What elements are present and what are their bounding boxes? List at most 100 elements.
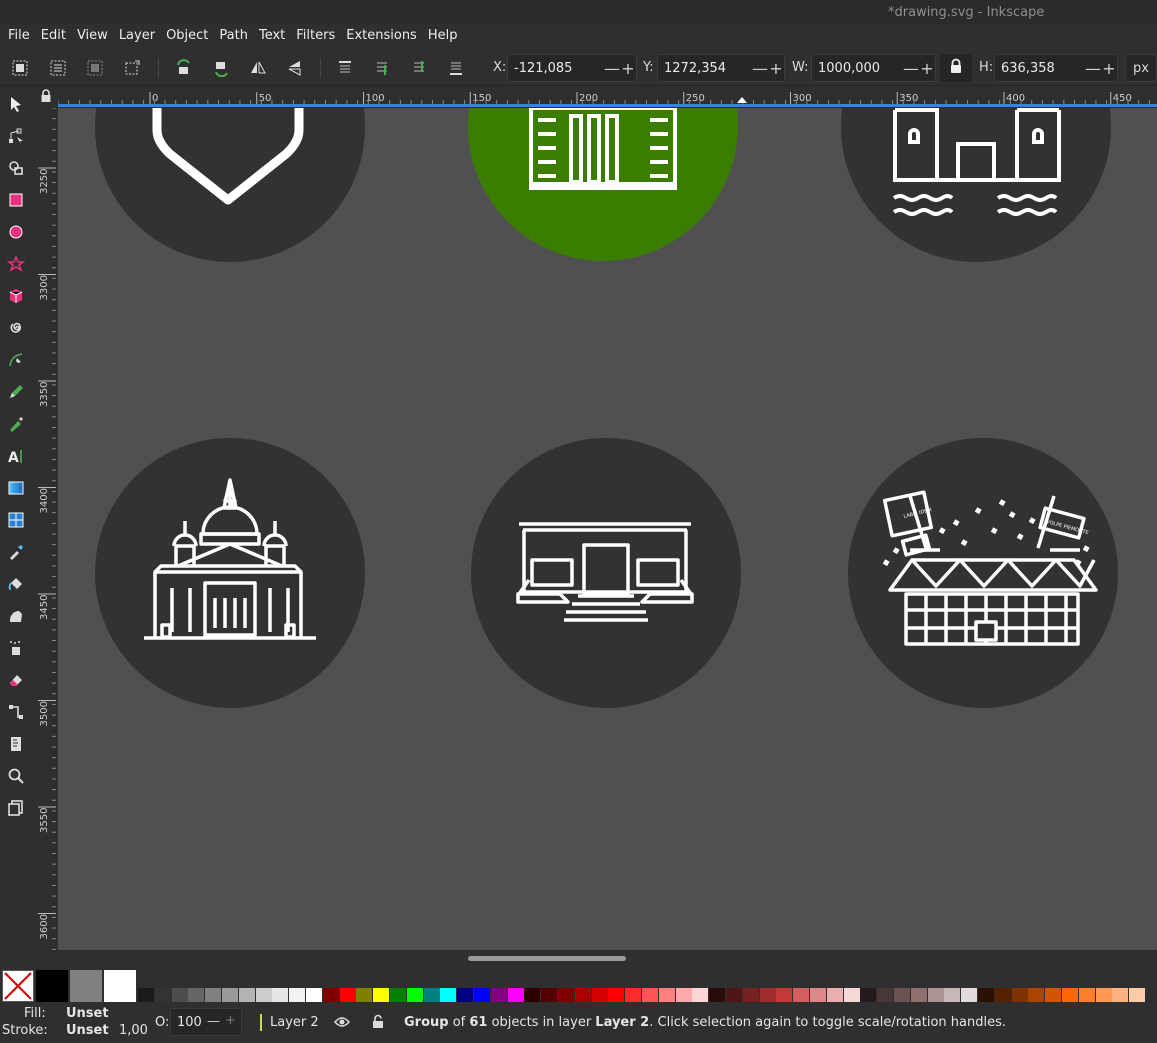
lower-icon[interactable] — [407, 56, 431, 80]
w-value[interactable]: 1000,000 — [812, 61, 903, 76]
toggle-handles-icon[interactable] — [120, 56, 144, 80]
color-swatch[interactable] — [490, 988, 507, 1002]
icon-bookshelf[interactable] — [468, 108, 738, 261]
flip-vertical-icon[interactable] — [283, 56, 307, 80]
w-decrement-button[interactable]: — — [903, 59, 919, 78]
y-decrement-button[interactable]: — — [752, 59, 768, 78]
color-swatch[interactable] — [205, 988, 222, 1002]
deselect-icon[interactable] — [83, 56, 107, 80]
paint-bucket-tool-icon[interactable] — [4, 572, 28, 596]
y-field[interactable]: 1272,354 — + — [657, 54, 785, 82]
color-swatch[interactable] — [793, 988, 810, 1002]
color-swatch[interactable] — [675, 988, 692, 1002]
color-swatch[interactable] — [289, 988, 306, 1002]
color-swatch[interactable] — [70, 970, 102, 1002]
vertical-ruler[interactable]: 3250 3300 3350 3400 3450 3500 3550 3600 — [34, 107, 58, 950]
color-swatch[interactable] — [894, 988, 910, 1002]
select-all-icon[interactable] — [8, 56, 32, 80]
rotate-ccw-icon[interactable] — [172, 56, 196, 80]
select-all-layers-icon[interactable] — [46, 56, 70, 80]
star-tool-icon[interactable] — [4, 252, 28, 276]
x-field[interactable]: -121,085 — + — [507, 54, 637, 82]
lower-to-bottom-icon[interactable] — [444, 56, 468, 80]
color-swatch[interactable] — [642, 988, 658, 1002]
x-value[interactable]: -121,085 — [508, 61, 604, 76]
x-decrement-button[interactable]: — — [604, 59, 620, 78]
h-value[interactable]: 636,358 — [995, 61, 1085, 76]
color-swatch[interactable] — [524, 988, 541, 1002]
ruler-corner[interactable] — [34, 88, 58, 108]
color-swatch[interactable] — [356, 988, 373, 1002]
zoom-tool-icon[interactable] — [4, 764, 28, 788]
eraser-tool-icon[interactable] — [4, 668, 28, 692]
calligraphy-tool-icon[interactable] — [4, 412, 28, 436]
w-field[interactable]: 1000,000 — + — [811, 54, 936, 82]
text-tool-icon[interactable]: A — [4, 444, 28, 468]
spiral-tool-icon[interactable] — [4, 316, 28, 340]
color-swatch[interactable] — [591, 988, 608, 1002]
color-swatch[interactable] — [406, 988, 423, 1002]
color-swatch[interactable] — [1028, 988, 1045, 1002]
w-increment-button[interactable]: + — [919, 59, 935, 78]
color-swatch[interactable] — [1045, 988, 1062, 1002]
color-swatch[interactable] — [154, 988, 171, 1002]
color-swatch[interactable] — [810, 988, 826, 1002]
color-swatch[interactable] — [558, 988, 574, 1002]
opacity-increment-button[interactable]: + — [225, 1013, 236, 1028]
tweak-objects-tool-icon[interactable] — [4, 604, 28, 628]
selector-tool-icon[interactable] — [4, 92, 28, 116]
color-swatch[interactable] — [423, 988, 440, 1002]
y-value[interactable]: 1272,354 — [658, 61, 752, 76]
menu-extensions[interactable]: Extensions — [342, 28, 421, 43]
color-swatch[interactable] — [709, 988, 726, 1002]
color-swatch[interactable] — [171, 988, 188, 1002]
connector-tool-icon[interactable] — [4, 700, 28, 724]
color-swatch[interactable] — [507, 988, 524, 1002]
color-swatch[interactable] — [36, 970, 68, 1002]
icon-cathedral[interactable] — [95, 438, 365, 708]
color-swatch[interactable] — [961, 988, 978, 1002]
flip-horizontal-icon[interactable] — [246, 56, 270, 80]
color-swatch[interactable] — [1095, 988, 1112, 1002]
measure-tool-icon[interactable] — [4, 732, 28, 756]
color-swatch[interactable] — [843, 988, 860, 1002]
gradient-tool-icon[interactable] — [4, 476, 28, 500]
stroke-value[interactable]: Unset — [66, 1023, 109, 1038]
color-swatch[interactable] — [742, 988, 759, 1002]
color-swatch[interactable] — [994, 988, 1011, 1002]
current-layer[interactable]: Layer 2 — [270, 1015, 319, 1030]
3d-box-tool-icon[interactable] — [4, 284, 28, 308]
spray-tool-icon[interactable] — [4, 636, 28, 660]
color-swatch[interactable] — [1112, 988, 1129, 1002]
color-swatch[interactable] — [474, 988, 490, 1002]
color-swatch[interactable] — [188, 988, 205, 1002]
color-swatch[interactable] — [625, 988, 642, 1002]
y-increment-button[interactable]: + — [768, 59, 784, 78]
color-swatch[interactable] — [944, 988, 961, 1002]
menu-edit[interactable]: Edit — [37, 28, 70, 43]
color-swatch[interactable] — [726, 988, 742, 1002]
color-swatch[interactable] — [860, 988, 877, 1002]
color-swatch[interactable] — [759, 988, 776, 1002]
fill-value[interactable]: Unset — [66, 1006, 109, 1021]
color-swatch[interactable] — [306, 988, 322, 1002]
color-swatch[interactable] — [910, 988, 927, 1002]
eye-icon[interactable] — [334, 1015, 350, 1033]
menu-path[interactable]: Path — [215, 28, 252, 43]
opacity-field[interactable]: 100 — + — [170, 1008, 242, 1036]
color-swatch[interactable] — [658, 988, 675, 1002]
opacity-decrement-button[interactable]: — — [207, 1014, 220, 1029]
unlock-icon[interactable] — [371, 1014, 385, 1034]
color-swatch[interactable] — [138, 988, 154, 1002]
rectangle-tool-icon[interactable] — [4, 188, 28, 212]
opacity-value[interactable]: 100 — [177, 1015, 202, 1030]
h-decrement-button[interactable]: — — [1085, 59, 1101, 78]
menu-object[interactable]: Object — [162, 28, 212, 43]
color-swatch[interactable] — [272, 988, 289, 1002]
menu-layer[interactable]: Layer — [115, 28, 159, 43]
color-swatch[interactable] — [826, 988, 843, 1002]
color-swatch[interactable] — [608, 988, 625, 1002]
stroke-width-value[interactable]: 1,00 — [119, 1023, 148, 1038]
color-swatch[interactable] — [776, 988, 793, 1002]
color-swatch[interactable] — [255, 988, 272, 1002]
